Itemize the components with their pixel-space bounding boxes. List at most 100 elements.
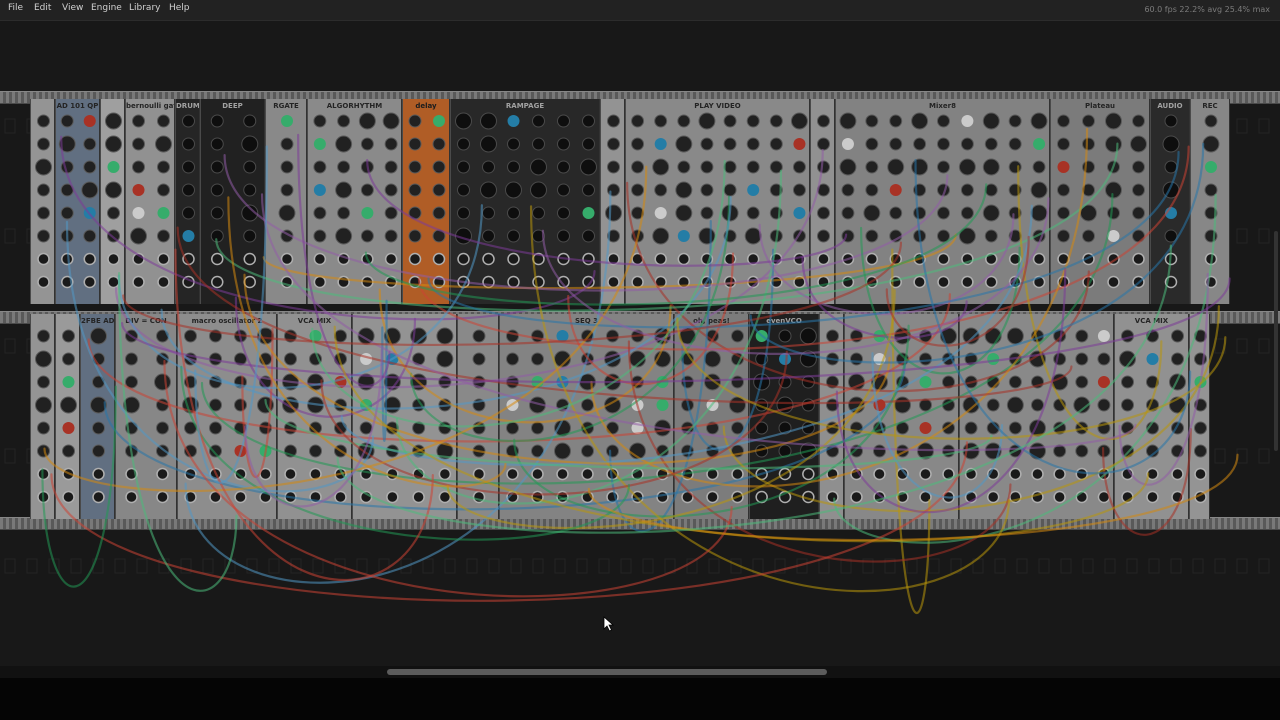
knob-icon[interactable] bbox=[911, 112, 929, 130]
knob-icon[interactable] bbox=[677, 114, 691, 128]
jack-icon[interactable] bbox=[1194, 467, 1207, 481]
knob-icon[interactable] bbox=[1164, 160, 1178, 174]
jack-icon[interactable] bbox=[746, 275, 760, 289]
knob-icon[interactable] bbox=[700, 183, 714, 197]
knob-icon[interactable] bbox=[1053, 398, 1067, 412]
knob-icon[interactable] bbox=[746, 114, 760, 128]
jack-icon[interactable] bbox=[412, 490, 425, 504]
knob-icon[interactable] bbox=[826, 398, 839, 412]
knob-icon[interactable] bbox=[506, 329, 519, 343]
knob-icon[interactable] bbox=[889, 229, 903, 243]
module[interactable]: AUDIO bbox=[1150, 99, 1190, 304]
light-button-icon[interactable] bbox=[1097, 330, 1110, 342]
light-button-icon[interactable] bbox=[793, 207, 806, 219]
jack-icon[interactable] bbox=[457, 275, 470, 289]
module[interactable]: SEQ 3 bbox=[499, 314, 674, 519]
jack-icon[interactable] bbox=[184, 467, 197, 481]
knob-icon[interactable] bbox=[360, 183, 374, 197]
jack-icon[interactable] bbox=[896, 490, 909, 504]
jack-icon[interactable] bbox=[889, 275, 902, 289]
knob-icon[interactable] bbox=[155, 135, 172, 153]
knob-icon[interactable] bbox=[408, 137, 422, 151]
knob-icon[interactable] bbox=[408, 183, 422, 197]
knob-icon[interactable] bbox=[455, 227, 472, 245]
knob-icon[interactable] bbox=[894, 396, 911, 414]
knob-icon[interactable] bbox=[744, 227, 762, 245]
knob-icon[interactable] bbox=[1171, 444, 1184, 458]
knob-icon[interactable] bbox=[1029, 350, 1046, 368]
jack-icon[interactable] bbox=[896, 467, 909, 481]
knob-icon[interactable] bbox=[1164, 114, 1178, 128]
knob-icon[interactable] bbox=[913, 229, 927, 243]
jack-icon[interactable] bbox=[1009, 467, 1022, 481]
knob-icon[interactable] bbox=[631, 137, 645, 151]
jack-icon[interactable] bbox=[606, 490, 619, 504]
knob-icon[interactable] bbox=[1029, 442, 1046, 460]
jack-icon[interactable] bbox=[986, 490, 1000, 504]
knob-icon[interactable] bbox=[631, 160, 645, 174]
knob-icon[interactable] bbox=[675, 181, 693, 199]
knob-icon[interactable] bbox=[942, 398, 955, 412]
light-button-icon[interactable] bbox=[1107, 230, 1120, 242]
knob-icon[interactable] bbox=[60, 160, 74, 174]
knob-icon[interactable] bbox=[631, 329, 644, 343]
knob-icon[interactable] bbox=[83, 229, 97, 243]
knob-icon[interactable] bbox=[582, 183, 595, 197]
jack-icon[interactable] bbox=[182, 252, 195, 266]
module[interactable] bbox=[30, 99, 55, 304]
knob-icon[interactable] bbox=[257, 327, 274, 345]
knob-icon[interactable] bbox=[385, 421, 399, 435]
knob-icon[interactable] bbox=[654, 350, 671, 368]
knob-icon[interactable] bbox=[307, 373, 324, 391]
jack-icon[interactable] bbox=[507, 275, 520, 289]
jack-icon[interactable] bbox=[259, 467, 272, 481]
knob-icon[interactable] bbox=[937, 183, 950, 197]
knob-icon[interactable] bbox=[706, 421, 719, 435]
knob-icon[interactable] bbox=[1008, 160, 1022, 174]
light-button-icon[interactable] bbox=[582, 207, 595, 219]
jack-icon[interactable] bbox=[125, 467, 138, 481]
jack-icon[interactable] bbox=[1204, 275, 1218, 289]
knob-icon[interactable] bbox=[472, 444, 486, 458]
knob-icon[interactable] bbox=[184, 375, 197, 389]
module[interactable]: AD 101 QP bbox=[55, 99, 100, 304]
knob-icon[interactable] bbox=[865, 137, 879, 151]
jack-icon[interactable] bbox=[937, 275, 950, 289]
knob-icon[interactable] bbox=[241, 135, 259, 153]
knob-icon[interactable] bbox=[1119, 350, 1136, 368]
jack-icon[interactable] bbox=[1097, 467, 1111, 481]
light-button-icon[interactable] bbox=[360, 353, 373, 365]
light-button-icon[interactable] bbox=[386, 353, 399, 365]
knob-icon[interactable] bbox=[156, 398, 169, 412]
knob-icon[interactable] bbox=[334, 421, 347, 435]
jack-icon[interactable] bbox=[531, 490, 544, 504]
knob-icon[interactable] bbox=[507, 160, 520, 174]
jack-icon[interactable] bbox=[37, 490, 50, 504]
knob-icon[interactable] bbox=[408, 114, 422, 128]
knob-icon[interactable] bbox=[412, 421, 426, 435]
light-button-icon[interactable] bbox=[889, 184, 902, 196]
knob-icon[interactable] bbox=[675, 204, 693, 222]
jack-icon[interactable] bbox=[889, 252, 902, 266]
knob-icon[interactable] bbox=[631, 206, 645, 220]
knob-icon[interactable] bbox=[896, 421, 909, 435]
light-button-icon[interactable] bbox=[62, 376, 75, 388]
knob-icon[interactable] bbox=[919, 329, 932, 343]
jack-icon[interactable] bbox=[1053, 490, 1066, 504]
knob-icon[interactable] bbox=[1008, 206, 1022, 220]
knob-icon[interactable] bbox=[1169, 396, 1186, 414]
knob-icon[interactable] bbox=[37, 229, 50, 243]
knob-icon[interactable] bbox=[35, 350, 52, 368]
module[interactable]: ALGORHYTHM bbox=[307, 99, 402, 304]
knob-icon[interactable] bbox=[1162, 181, 1180, 199]
knob-icon[interactable] bbox=[1031, 375, 1044, 389]
knob-icon[interactable] bbox=[35, 158, 52, 176]
knob-icon[interactable] bbox=[132, 137, 145, 151]
module[interactable]: DRUMS bbox=[175, 99, 200, 304]
jack-icon[interactable] bbox=[1121, 467, 1134, 481]
knob-icon[interactable] bbox=[631, 229, 645, 243]
knob-icon[interactable] bbox=[436, 350, 454, 368]
knob-icon[interactable] bbox=[359, 421, 373, 435]
knob-icon[interactable] bbox=[580, 158, 597, 176]
knob-icon[interactable] bbox=[472, 375, 486, 389]
